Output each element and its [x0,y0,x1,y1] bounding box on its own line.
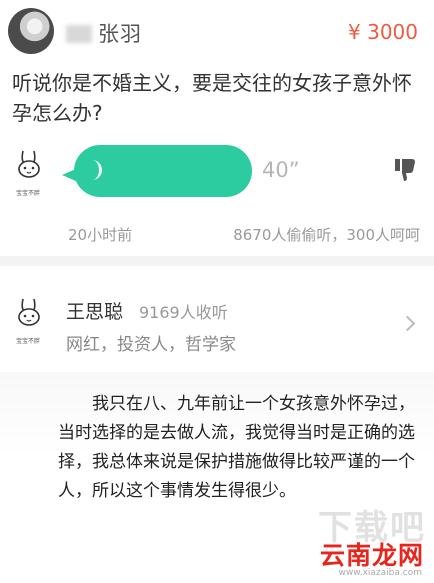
answer-avatar[interactable]: 宝宝不胖 [14,148,46,197]
bunny-avatar-icon [18,298,40,326]
answer-time: 20小时前 [68,226,133,244]
answerer-name[interactable]: 王思聪 [66,297,123,324]
asker-name-row[interactable]: 张羽 [66,18,142,48]
answerer-avatar-caption: 宝宝不胖 [16,338,41,345]
chevron-right-icon[interactable] [399,315,416,332]
answerer-title: 网红，投资人，哲学家 [66,335,236,355]
question-text: 听说你是不婚主义，要是交往的女孩子意外怀孕怎么办? [12,71,412,125]
answer-transcript: 我只在八、九年前让一个女孩意外怀孕过，当时选择的是去做人流，我觉得当时是正确的选… [58,394,415,501]
watermark-url: www.xiazaiba.com [338,568,422,578]
dislike-icon[interactable] [393,156,417,182]
question-price: ¥ 3000 [348,20,418,44]
answerer-followers: 9169人收听 [139,303,228,322]
answer-stats: 8670人偷偷听，300人呵呵 [233,226,420,244]
bunny-avatar-icon [18,150,40,178]
answerer-avatar[interactable]: 宝宝不胖 [14,296,46,345]
blurred-name [66,25,92,43]
watermark-logo: 云南龙网 [319,541,424,570]
answer-avatar-caption: 宝宝不胖 [16,190,41,197]
asker-name: 张羽 [98,22,142,46]
asker-avatar[interactable] [8,8,54,54]
section-divider [0,256,434,266]
voice-duration: 40” [262,158,300,182]
